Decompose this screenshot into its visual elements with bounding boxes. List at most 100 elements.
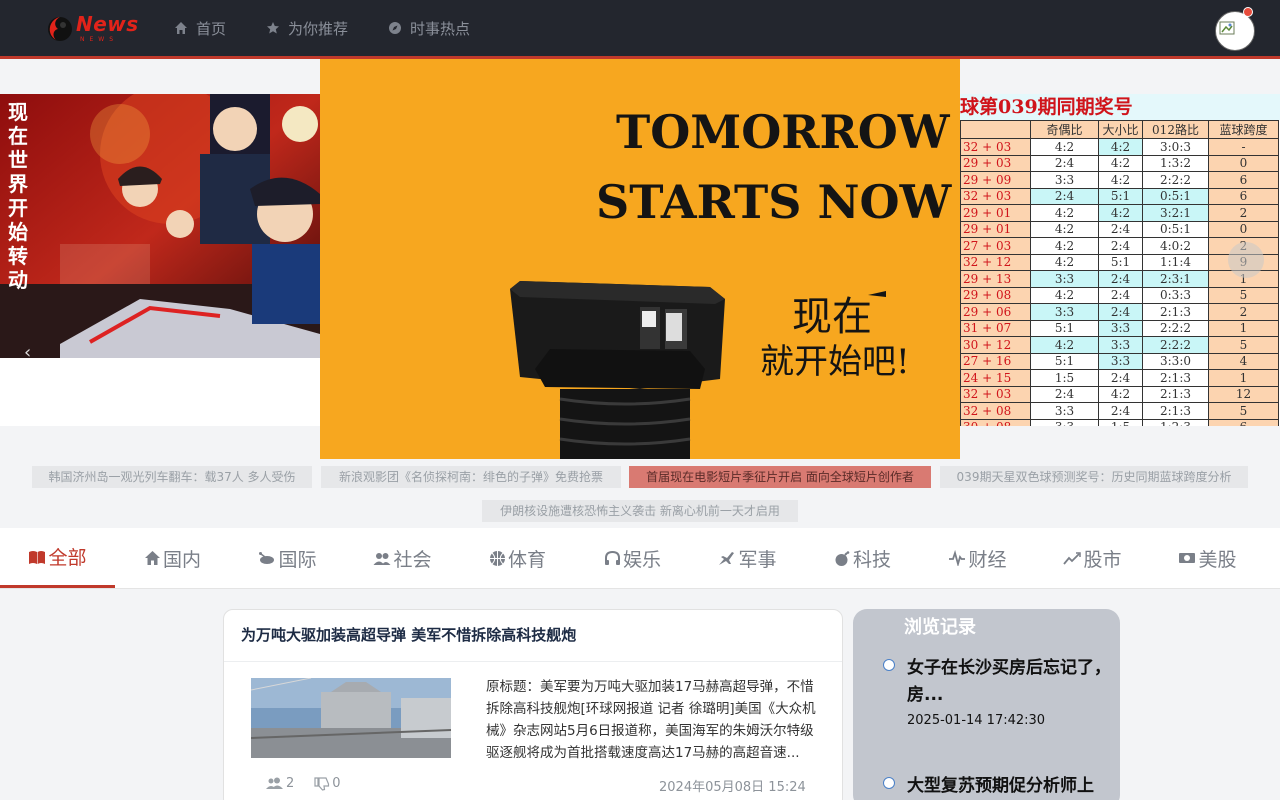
lottery-cell: 32 + 03 (960, 385, 1031, 403)
lottery-cell: 4:0:2 (1142, 237, 1209, 255)
headline-tag[interactable]: 韩国济州岛一观光列车翻车：载37人 多人受伤 (32, 466, 312, 488)
article-dislikes[interactable]: 0 (314, 776, 341, 791)
lottery-cell: 1:5 (1098, 418, 1143, 426)
headline-tag[interactable]: 039期天星双色球预测奖号：历史同期蓝球跨度分析 (940, 466, 1248, 488)
lottery-cell: 2:1:3 (1142, 369, 1209, 387)
lottery-cell: 2:4 (1098, 220, 1143, 238)
carousel-slide-movie-poster[interactable]: 现在世界开始转动 ‹ (0, 94, 320, 358)
tab-all[interactable]: 全部 (0, 528, 115, 588)
article-likes[interactable]: 2 (266, 776, 294, 791)
tab-domestic-label: 国内 (162, 548, 201, 571)
history-item-title[interactable]: 女子在长沙买房后忘记了，房... (907, 655, 1117, 709)
lottery-cell: 3:3 (1098, 352, 1143, 370)
article-dislikes-count: 0 (332, 776, 341, 791)
lottery-cell: 2:1:3 (1142, 385, 1209, 403)
headline-tag[interactable]: 新浪观影团《名侦探柯南：绯色的子弹》免费抢票 (321, 466, 621, 488)
lottery-row: 29 + 13 3:3 2:4 2:3:1 1 (960, 270, 1279, 288)
tab-stocks[interactable]: 股市 (1035, 528, 1150, 588)
lottery-header-cell (960, 120, 1031, 139)
article-likes-count: 2 (286, 776, 295, 791)
lottery-cell: 4:2 (1030, 237, 1099, 255)
bomb-icon (835, 550, 850, 566)
lottery-cell: 3:3 (1030, 402, 1099, 420)
lottery-cell: 2:3:1 (1142, 270, 1209, 288)
lottery-cell: 1 (1208, 319, 1279, 337)
tab-military[interactable]: 军事 (690, 528, 805, 588)
main-nav: 首页 为你推荐 时事热点 (174, 0, 510, 56)
users-icon (266, 777, 283, 789)
article-title[interactable]: 为万吨大驱加装高超导弹 美军不惜拆除高科技舰炮 (241, 624, 576, 645)
lottery-cell: 4:2 (1030, 204, 1099, 222)
lottery-cell: 32 + 12 (960, 253, 1031, 271)
warship-photo (251, 678, 451, 758)
article-divider (224, 661, 842, 662)
history-item-dot (883, 777, 895, 789)
nav-home[interactable]: 首页 (174, 18, 226, 39)
tab-us-stocks-label: 美股 (1198, 548, 1237, 571)
tab-domestic[interactable]: 国内 (115, 528, 230, 588)
lottery-cell: 3:0:3 (1142, 138, 1209, 156)
logo-subtext: NEWS (80, 36, 119, 43)
lottery-header-cell: 蓝球跨度 (1208, 120, 1279, 139)
lottery-cell: 29 + 08 (960, 286, 1031, 304)
carousel-next-button[interactable] (1228, 242, 1264, 278)
history-item-title[interactable]: 大型复苏预期促分析师上 (907, 773, 1117, 800)
lottery-cell: 6 (1208, 171, 1279, 189)
lottery-cell: 4:2 (1030, 220, 1099, 238)
tab-all-label: 全部 (48, 547, 87, 569)
lottery-table-title: 球第039期同期奖号 (960, 94, 1280, 120)
basketball-icon (489, 550, 505, 566)
lottery-cell: 29 + 09 (960, 171, 1031, 189)
lottery-cell: - (1208, 138, 1279, 156)
article-thumbnail[interactable] (251, 678, 451, 758)
tab-entertainment[interactable]: 娱乐 (575, 528, 690, 588)
lottery-cell: 27 + 03 (960, 237, 1031, 255)
tab-us-stocks[interactable]: 美股 (1150, 528, 1265, 588)
compass-icon (389, 22, 402, 34)
nav-home-label: 首页 (196, 19, 227, 38)
headline-tag[interactable]: 伊朗核设施遭核恐怖主义袭击 新离心机前一天才启用 (482, 500, 798, 522)
lottery-cell: 32 + 03 (960, 187, 1031, 205)
promo-line-1: TOMORROW (616, 105, 950, 159)
category-tabs: 全部 国内 国际 社会 体育 娱乐 军事 科技 财经 股市 美股 (0, 528, 1280, 589)
article-card[interactable]: 为万吨大驱加装高超导弹 美军不惜拆除高科技舰炮 原标题：美军要为万吨大驱加装17… (223, 609, 843, 800)
carousel-left-slide-blank (0, 358, 320, 426)
lottery-cell: 1:3:2 (1142, 154, 1209, 172)
headline-tag-active[interactable]: 首届现在电影短片季征片开启 面向全球短片创作者 (629, 466, 931, 488)
nav-hot-topics[interactable]: 时事热点 (388, 18, 470, 39)
tab-international[interactable]: 国际 (230, 528, 345, 588)
carousel-prev-arrow[interactable]: ‹ (24, 342, 31, 358)
tab-society[interactable]: 社会 (345, 528, 460, 588)
tab-sports[interactable]: 体育 (460, 528, 575, 588)
carousel-slide-film-promo[interactable]: TOMORROW STARTS NOW 现在 就开始吧! (320, 59, 960, 459)
lottery-cell: 2:4 (1030, 187, 1099, 205)
thumbs-down-icon (314, 776, 330, 791)
tab-tech[interactable]: 科技 (805, 528, 920, 588)
lottery-cell: 29 + 03 (960, 154, 1031, 172)
lottery-row: 27 + 16 5:1 3:3 3:3:0 4 (960, 352, 1279, 370)
headphones-icon (604, 550, 620, 565)
nav-recommend[interactable]: 为你推荐 (266, 18, 348, 39)
lottery-row: 30 + 12 4:2 3:3 2:2:2 5 (960, 336, 1279, 354)
lottery-cell: 0:5:1 (1142, 187, 1209, 205)
lottery-cell: 5:1 (1030, 352, 1099, 370)
lottery-cell: 4:2 (1030, 138, 1099, 156)
browse-history-panel: 浏览记录 女子在长沙买房后忘记了，房... 2025-01-14 17:42:3… (853, 609, 1120, 800)
lottery-cell: 3:3 (1030, 171, 1099, 189)
tab-society-label: 社会 (393, 548, 432, 571)
lottery-row: 29 + 01 4:2 2:4 0:5:1 0 (960, 220, 1279, 238)
heartbeat-icon (949, 550, 966, 566)
site-logo[interactable]: News NEWS (44, 10, 138, 46)
history-item-time: 2025-01-14 17:42:30 (907, 713, 1046, 728)
tab-finance[interactable]: 财经 (920, 528, 1035, 588)
broken-image-icon (1219, 21, 1235, 35)
lottery-cell: 12 (1208, 385, 1279, 403)
home-icon (175, 22, 187, 34)
lottery-cell: 3:3 (1098, 319, 1143, 337)
lottery-cell: 3:3 (1098, 336, 1143, 354)
user-avatar[interactable] (1215, 11, 1255, 51)
lottery-cell: 2:2:2 (1142, 319, 1209, 337)
lottery-row: 29 + 01 4:2 4:2 3:2:1 2 (960, 204, 1279, 222)
article-summary: 原标题：美军要为万吨大驱加装17马赫高超导弹，不惜拆除高科技舰炮[环球网报道 记… (486, 679, 816, 761)
lottery-header-cell: 012路比 (1142, 120, 1209, 139)
